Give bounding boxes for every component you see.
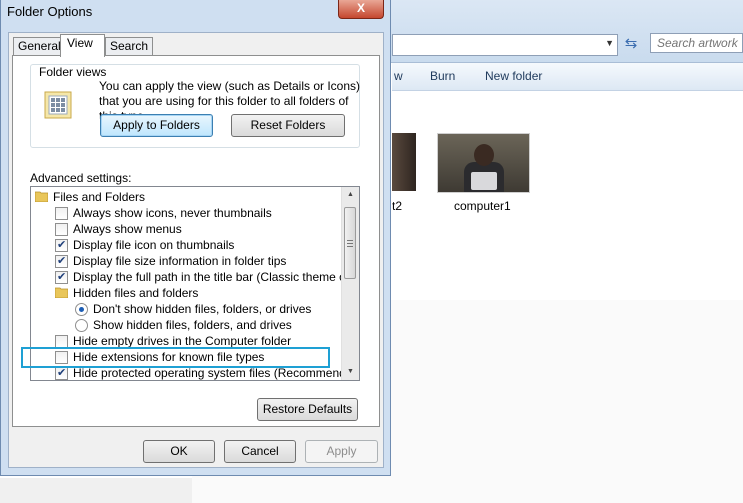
file-thumbnail[interactable] xyxy=(437,133,530,193)
radio-button[interactable] xyxy=(75,303,88,316)
advanced-settings-label: Advanced settings: xyxy=(30,171,132,185)
file-label[interactable]: computer1 xyxy=(454,199,511,213)
search-input[interactable] xyxy=(650,33,743,53)
burn-button[interactable]: Burn xyxy=(430,69,455,83)
apply-to-folders-button[interactable]: Apply to Folders xyxy=(100,114,213,137)
tree-item-label: Show hidden files, folders, and drives xyxy=(93,318,292,332)
restore-defaults-button[interactable]: Restore Defaults xyxy=(257,398,358,421)
reset-folders-button[interactable]: Reset Folders xyxy=(231,114,345,137)
scroll-down-icon[interactable]: ▼ xyxy=(342,364,359,380)
explorer-status-area xyxy=(0,478,192,503)
dialog-title: Folder Options xyxy=(7,4,93,19)
checkbox[interactable] xyxy=(55,365,68,380)
tree-item-label: Display file icon on thumbnails xyxy=(73,238,235,252)
tab-general[interactable]: General xyxy=(13,37,66,55)
tree-item-label: Always show icons, never thumbnails xyxy=(73,206,272,220)
tree-item-label: Always show menus xyxy=(73,222,182,236)
checkbox[interactable] xyxy=(55,237,68,253)
highlight-box xyxy=(21,347,330,368)
folder-views-icon xyxy=(43,88,75,120)
scroll-thumb[interactable] xyxy=(344,207,356,279)
checkbox[interactable] xyxy=(55,269,68,285)
apply-button[interactable]: Apply xyxy=(305,440,378,463)
checkbox[interactable] xyxy=(55,223,68,236)
folder-icon xyxy=(55,287,68,298)
checkbox[interactable] xyxy=(55,253,68,269)
new-folder-button[interactable]: New folder xyxy=(485,69,542,83)
folder-views-legend: Folder views xyxy=(37,65,109,79)
tree-item-label: Files and Folders xyxy=(53,190,146,204)
advanced-settings-scrollbar[interactable]: ▲ ▼ xyxy=(341,187,359,380)
folder-options-dialog: Folder Options X General View Search Fol… xyxy=(0,0,391,476)
scroll-up-icon[interactable]: ▲ xyxy=(342,187,359,203)
tree-item-label: Hidden files and folders xyxy=(73,286,199,300)
tab-view[interactable]: View xyxy=(60,34,105,57)
radio-button[interactable] xyxy=(75,319,88,332)
explorer-toolbar: w Burn New folder xyxy=(392,63,743,91)
dialog-close-button[interactable]: X xyxy=(338,0,384,19)
address-bar[interactable]: ▼ xyxy=(392,34,618,56)
cancel-button[interactable]: Cancel xyxy=(224,440,296,463)
file-label[interactable]: t2 xyxy=(392,199,402,213)
tab-search[interactable]: Search xyxy=(105,37,154,55)
checkbox[interactable] xyxy=(55,207,68,220)
tree-item-label: Display the full path in the title bar (… xyxy=(73,270,360,284)
ok-button[interactable]: OK xyxy=(143,440,215,463)
toolbar-item-partial[interactable]: w xyxy=(394,69,403,83)
tree-item-label: Don't show hidden files, folders, or dri… xyxy=(93,302,312,316)
tree-item-label: Display file size information in folder … xyxy=(73,254,287,268)
file-thumbnail[interactable] xyxy=(392,133,416,191)
folder-icon xyxy=(35,191,48,202)
refresh-icon[interactable]: ⇆ xyxy=(620,33,642,55)
chevron-down-icon[interactable]: ▼ xyxy=(605,38,614,48)
